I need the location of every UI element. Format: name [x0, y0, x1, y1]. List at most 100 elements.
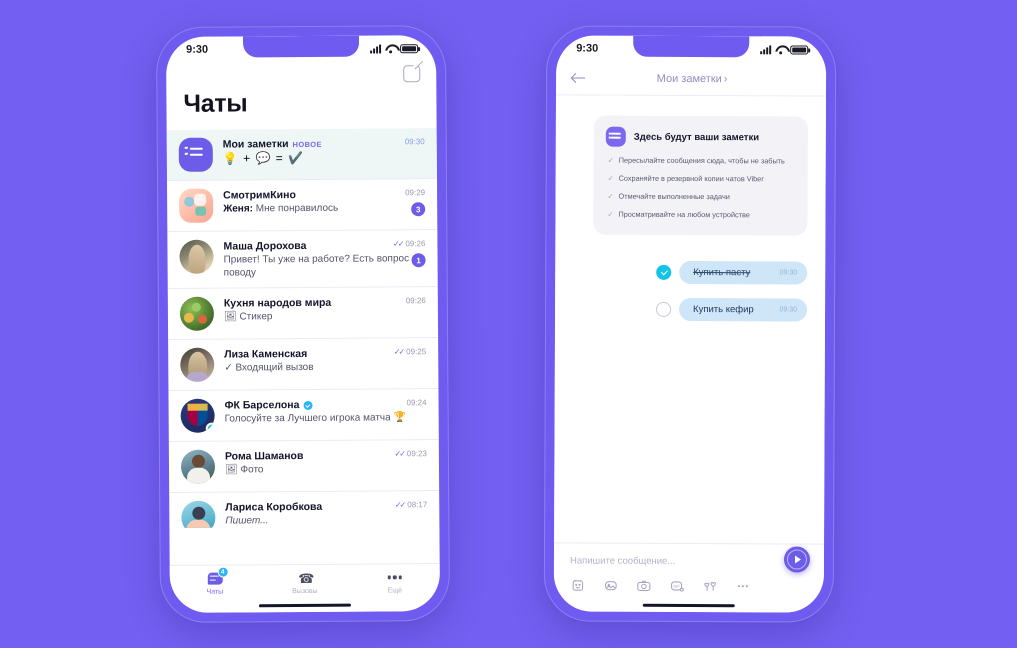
composer-icons: GIF [570, 577, 808, 594]
task-bubble[interactable]: Купить кефир 09:30 [679, 297, 808, 322]
image-icon[interactable] [603, 578, 619, 594]
hearts-icon[interactable] [702, 578, 718, 594]
message-input[interactable]: Напишите сообщение... [570, 555, 808, 567]
more-icon[interactable] [735, 578, 751, 594]
page-title: Чаты [183, 89, 248, 118]
info-card: Здесь будут ваши заметки ✓ Пересылайте с… [593, 115, 808, 236]
notes-header: Мои заметки › [555, 61, 827, 97]
chat-preview: 🖼 Фото [224, 464, 264, 476]
read-ticks-icon: ✓✓ [394, 449, 404, 459]
battery-icon [400, 43, 419, 53]
chat-title: Рома Шаманов [224, 450, 304, 463]
gif-icon[interactable]: GIF [669, 578, 685, 594]
time-wrap: 09:30 [405, 137, 425, 146]
chat-name-row: ФК Барселона [225, 399, 427, 412]
chat-row[interactable]: ФК Барселона Голосуйте за Лучшего игрока… [168, 389, 439, 443]
home-indicator [642, 603, 735, 608]
food-avatar [179, 296, 215, 332]
time-wrap: ✓✓ 09:26 [393, 239, 425, 248]
chat-content: Кухня народов мира 🖼 Стикер [224, 296, 426, 331]
chat-time: 09:29 [405, 188, 426, 198]
chat-title: Лариса Коробкова [225, 501, 323, 514]
phone-left: 9:30 Чаты Мои заметки НОВОЕ 💡 + 💬 = ✔️ 0… [155, 24, 451, 624]
chat-row[interactable]: Кухня народов мира 🖼 Стикер 09:26 [167, 287, 439, 341]
tab-unread-count: 4 [217, 566, 229, 578]
check-icon: ✓ [607, 212, 614, 220]
chat-preview: Пишет... [225, 515, 269, 527]
chat-row[interactable]: Маша Дорохова Привет! Ты уже на работе? … [167, 230, 438, 290]
compose-icon[interactable] [403, 65, 421, 83]
message-composer[interactable]: Напишите сообщение... GIF [553, 542, 825, 613]
task-item[interactable]: Купить кефир 09:30 [573, 297, 808, 322]
task-checkbox[interactable] [656, 301, 672, 317]
back-arrow-icon[interactable] [572, 71, 586, 85]
signal-icon [760, 44, 772, 54]
chat-row[interactable]: Рома Шаманов 🖼 Фото ✓✓ 09:23 [168, 440, 440, 494]
task-time: 09:30 [779, 268, 798, 277]
chat-time: 09:26 [405, 296, 426, 306]
chat-time: 09:24 [406, 398, 427, 408]
more-icon [387, 569, 403, 585]
notes-icon [605, 126, 626, 147]
tab-chats[interactable]: 4 Чаты [170, 566, 260, 596]
chevron-right-icon: › [723, 72, 728, 85]
chats-header: Чаты [166, 61, 436, 130]
home-indicator [258, 603, 351, 608]
list-item: ✓ Сохраняйте в резервной копии чатов Vib… [608, 174, 796, 186]
conversation-title[interactable]: Мои заметки › [655, 72, 728, 84]
notch [242, 35, 360, 58]
time-wrap: ✓✓ 09:23 [394, 450, 426, 459]
chat-time: 09:25 [406, 347, 427, 357]
chats-icon: 4 [207, 566, 229, 587]
chat-meta: 09:24 [406, 399, 426, 408]
chat-meta: ✓✓ 09:23 [394, 450, 426, 459]
conversation-title-text: Мои заметки [656, 72, 722, 85]
chat-content: СмотримКино Женя: Мне понравилось [223, 187, 425, 222]
camera-icon[interactable] [636, 578, 652, 594]
tab-calls[interactable]: ☎ Вызовы [260, 570, 350, 596]
send-icon[interactable] [783, 546, 811, 573]
new-badge: НОВОЕ [292, 139, 322, 149]
chat-content: Мои заметки НОВОЕ 💡 + 💬 = ✔️ [223, 136, 425, 171]
chat-row[interactable]: СмотримКино Женя: Мне понравилось 09:29 … [166, 179, 438, 232]
list-item: ✓ Пересылайте сообщения сюда, чтобы не з… [608, 156, 796, 168]
verified-icon [303, 400, 313, 410]
chat-name-row: Мои заметки НОВОЕ [223, 137, 425, 150]
wifi-icon [775, 45, 786, 54]
task-time: 09:30 [779, 305, 798, 314]
preview-text: Мне понравилось [255, 202, 339, 215]
chat-title: Лиза Каменская [224, 348, 308, 361]
barcelona-avatar [180, 398, 215, 434]
sticker-icon[interactable] [570, 577, 586, 593]
chat-title: Кухня народов мира [223, 297, 332, 310]
chat-row[interactable]: Лариса Коробкова Пишет... ✓✓ 08:17 [169, 491, 440, 528]
read-ticks-icon: ✓✓ [392, 239, 403, 249]
liza-avatar [180, 347, 215, 383]
chat-row[interactable]: Мои заметки НОВОЕ 💡 + 💬 = ✔️ 09:30 [166, 128, 437, 181]
status-time: 9:30 [576, 42, 599, 55]
info-card-header: Здесь будут ваши заметки [605, 126, 796, 148]
tab-label: Вызовы [292, 587, 318, 596]
tab-more[interactable]: Ещё [350, 569, 440, 595]
chat-preview: Голосуйте за Лучшего игрока матча 🏆 [224, 412, 406, 425]
chat-meta: 09:29 3 [405, 188, 426, 217]
info-card-title: Здесь будут ваши заметки [633, 131, 760, 143]
chat-time: 09:23 [406, 449, 427, 459]
phone-right: 9:30 Мои заметки › Здесь будут ваши замет… [543, 25, 837, 623]
chat-row[interactable]: Лиза Каменская ✓ Входящий вызов ✓✓ 09:25 [168, 338, 439, 392]
chat-title: Мои заметки [222, 138, 289, 151]
read-ticks-icon: ✓✓ [394, 500, 405, 510]
tab-label: Чаты [206, 588, 224, 596]
phone-icon: ☎ [298, 570, 315, 586]
list-item-text: Пересылайте сообщения сюда, чтобы не заб… [618, 155, 785, 166]
check-icon: ✓ [607, 175, 614, 183]
task-checkbox[interactable] [656, 264, 672, 280]
chat-meta: ✓✓ 09:25 [394, 348, 426, 357]
task-item[interactable]: Купить пасту 09:30 [573, 260, 808, 285]
task-bubble[interactable]: Купить пасту 09:30 [679, 260, 808, 285]
chat-list[interactable]: Мои заметки НОВОЕ 💡 + 💬 = ✔️ 09:30 Смотр… [166, 128, 440, 528]
chat-time: 08:17 [407, 500, 428, 510]
chat-title: СмотримКино [223, 189, 296, 202]
list-item-text: Просматривайте на любом устройстве [618, 210, 750, 220]
roma-avatar [180, 449, 216, 485]
